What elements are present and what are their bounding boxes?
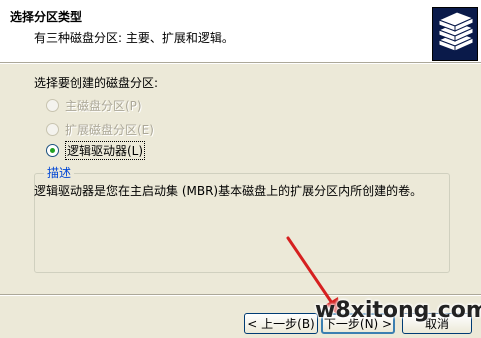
watermark-text: w8xitong.com bbox=[315, 298, 481, 323]
red-arrow-annotation bbox=[286, 236, 340, 316]
